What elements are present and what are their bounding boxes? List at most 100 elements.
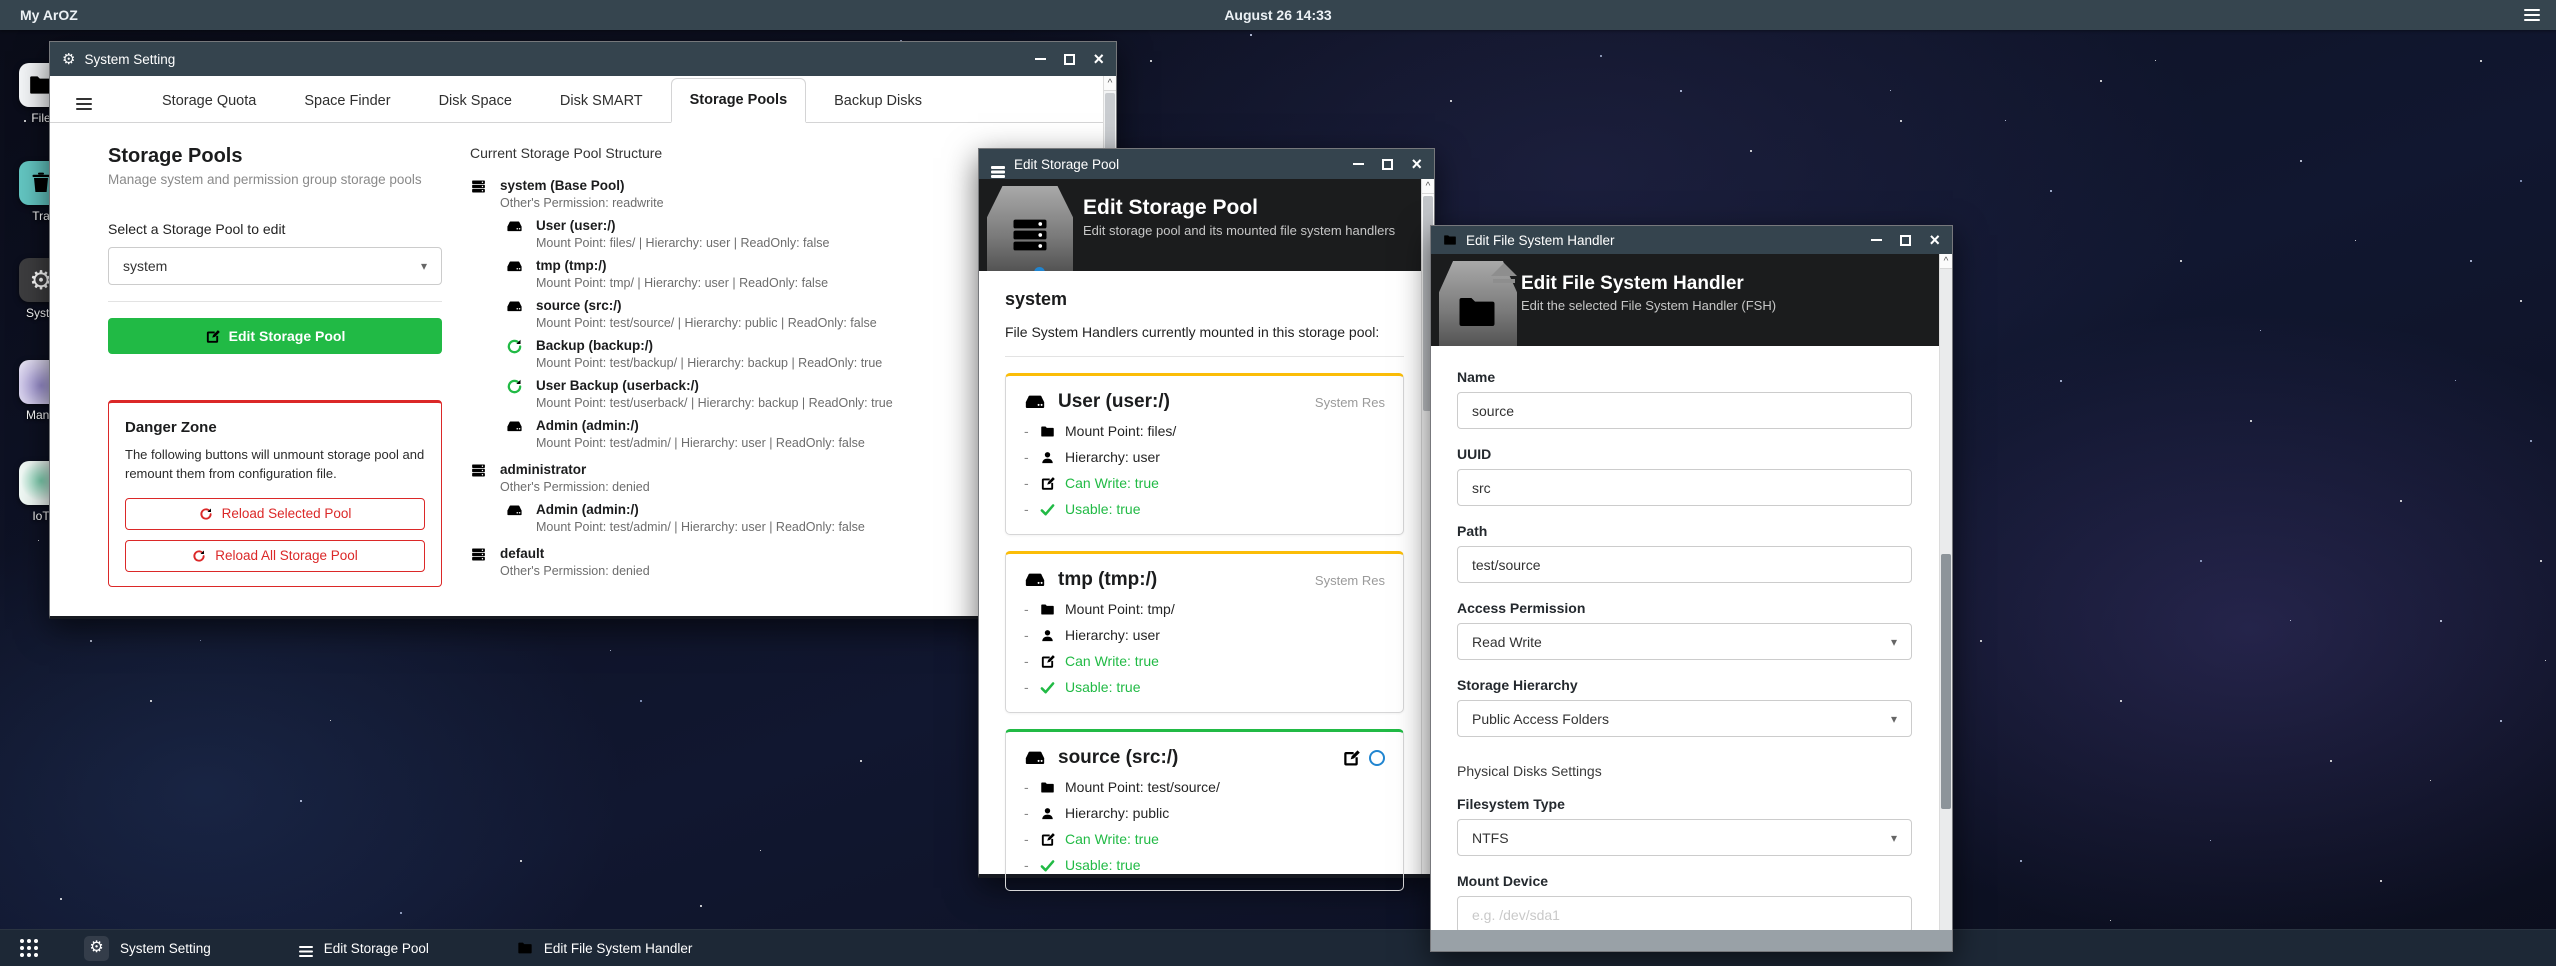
tab-storage-pools[interactable]: Storage Pools	[671, 78, 807, 123]
edit-fsh-icon[interactable]	[1342, 749, 1360, 767]
eject-triangle-decoration	[1491, 263, 1517, 276]
maximize-icon[interactable]	[1900, 235, 1911, 246]
uuid-field[interactable]	[1457, 469, 1912, 506]
taskbar-item-system-setting[interactable]: ⚙ System Setting	[84, 936, 211, 961]
storage-hierarchy-value: Public Access Folders	[1472, 711, 1609, 727]
reload-all-pool-button[interactable]: Reload All Storage Pool	[125, 540, 425, 572]
maximize-icon[interactable]	[1382, 159, 1393, 170]
fsh-property: Mount Point: tmp/	[1065, 601, 1175, 617]
pool-select-label: Select a Storage Pool to edit	[108, 221, 442, 237]
pool-detail: Other's Permission: readwrite	[500, 195, 664, 213]
scroll-up-icon[interactable]: ^	[1422, 179, 1434, 194]
pool-select-dropdown[interactable]: system ▾	[108, 247, 442, 285]
mount-device-field[interactable]	[1457, 896, 1912, 933]
tab-disk-space[interactable]: Disk Space	[437, 80, 514, 122]
server-icon	[470, 546, 487, 563]
scroll-up-icon[interactable]: ^	[1104, 76, 1116, 91]
edit-icon	[1040, 476, 1055, 491]
folder-icon	[1040, 602, 1055, 617]
minimize-icon[interactable]	[1353, 163, 1364, 166]
tab-space-finder[interactable]: Space Finder	[302, 80, 392, 122]
fsh-detail: Mount Point: test/backup/ | Hierarchy: b…	[536, 355, 882, 373]
tab-backup-disks[interactable]: Backup Disks	[832, 80, 924, 122]
name-field[interactable]	[1457, 392, 1912, 429]
banner-title: Edit Storage Pool	[1083, 196, 1434, 220]
check-icon	[1040, 858, 1055, 873]
scroll-up-icon[interactable]: ^	[1940, 254, 1952, 269]
fsh-property: Usable: true	[1065, 679, 1140, 695]
window-title: Edit Storage Pool	[1014, 157, 1119, 172]
pool-detail: Other's Permission: denied	[500, 563, 650, 581]
edit-storage-pool-button[interactable]: Edit Storage Pool	[108, 318, 442, 354]
fsh-detail: Mount Point: test/source/ | Hierarchy: p…	[536, 315, 877, 333]
app-launcher-button[interactable]	[20, 938, 40, 958]
system-setting-content: Storage Pools Manage system and permissi…	[50, 123, 1116, 616]
topbar-menu-button[interactable]	[2524, 9, 2540, 22]
fsh-detail: Mount Point: tmp/ | Hierarchy: user | Re…	[536, 275, 828, 293]
close-icon[interactable]: ×	[1929, 231, 1940, 249]
unmount-icon[interactable]	[1369, 750, 1385, 766]
hdd-icon	[506, 258, 523, 275]
fsh-card-tmp: tmp (tmp:/) System Res -Mount Point: tmp…	[1005, 551, 1404, 713]
filesystem-type-dropdown[interactable]: NTFS ▾	[1457, 819, 1912, 856]
server-icon	[470, 178, 487, 195]
pool-name: administrator	[500, 461, 650, 479]
fsh-name: source (src:/)	[536, 297, 877, 315]
reload-selected-pool-label: Reload Selected Pool	[222, 506, 352, 521]
tab-disk-smart[interactable]: Disk SMART	[558, 80, 645, 122]
clock-label: August 26 14:33	[1224, 7, 1331, 23]
close-icon[interactable]: ×	[1411, 155, 1422, 173]
pool-name: default	[500, 545, 650, 563]
top-bar: My ArOZ August 26 14:33	[0, 0, 2556, 30]
system-setting-titlebar[interactable]: ⚙ System Setting ×	[50, 42, 1116, 76]
mounted-label: File System Handlers currently mounted i…	[1005, 324, 1404, 340]
reload-selected-pool-button[interactable]: Reload Selected Pool	[125, 498, 425, 530]
fsh-name: Admin (admin:/)	[536, 501, 865, 519]
aroz-brand-label: My ArOZ	[20, 7, 78, 23]
hamburger-icon	[76, 98, 92, 101]
gear-icon: ⚙	[62, 52, 75, 67]
access-permission-dropdown[interactable]: Read Write ▾	[1457, 623, 1912, 660]
danger-zone-title: Danger Zone	[125, 419, 425, 436]
system-reserved-badge: System Res	[1315, 573, 1385, 588]
list-icon	[991, 166, 1005, 169]
banner-graphic	[1439, 261, 1517, 346]
sidebar-toggle-button[interactable]	[76, 98, 92, 111]
storage-hierarchy-dropdown[interactable]: Public Access Folders ▾	[1457, 700, 1912, 737]
fsh-property: Mount Point: test/source/	[1065, 779, 1220, 795]
banner-graphic	[987, 186, 1073, 271]
path-field[interactable]	[1457, 546, 1912, 583]
refresh-icon	[506, 378, 523, 395]
tab-storage-quota[interactable]: Storage Quota	[160, 80, 258, 122]
fsh-card-title: User (user:/)	[1058, 391, 1170, 413]
hdd-icon	[1024, 569, 1046, 591]
fsh-property: Hierarchy: user	[1065, 627, 1160, 643]
minimize-icon[interactable]	[1035, 58, 1046, 61]
minimize-icon[interactable]	[1871, 239, 1882, 242]
scrollbar-thumb[interactable]	[1941, 554, 1951, 809]
divider	[108, 301, 442, 302]
pool-name: system (Base Pool)	[500, 177, 664, 195]
filesystem-type-label: Filesystem Type	[1457, 796, 1912, 812]
maximize-icon[interactable]	[1064, 54, 1075, 65]
gear-icon: ⚙	[84, 936, 109, 961]
banner-title: Edit File System Handler	[1521, 273, 1952, 295]
hamburger-icon	[2524, 9, 2540, 12]
chevron-down-icon: ▾	[1891, 712, 1897, 726]
filesystem-type-value: NTFS	[1472, 830, 1509, 846]
edit-icon	[1040, 654, 1055, 669]
close-icon[interactable]: ×	[1093, 50, 1104, 68]
storage-hierarchy-label: Storage Hierarchy	[1457, 677, 1912, 693]
edit-fsh-titlebar[interactable]: Edit File System Handler ×	[1431, 226, 1952, 254]
blue-dot-decoration	[1034, 267, 1045, 271]
taskbar-item-edit-fsh[interactable]: Edit File System Handler	[517, 940, 693, 956]
fsh-card-user: User (user:/) System Res -Mount Point: f…	[1005, 373, 1404, 535]
fsh-name: tmp (tmp:/)	[536, 257, 828, 275]
scrollbar[interactable]: ^	[1939, 254, 1952, 951]
edit-storage-pool-titlebar[interactable]: Edit Storage Pool ×	[979, 149, 1434, 179]
user-icon	[1040, 628, 1055, 643]
check-icon	[1040, 680, 1055, 695]
taskbar-item-edit-storage-pool[interactable]: Edit Storage Pool	[299, 939, 429, 958]
pool-name-heading: system	[1005, 289, 1404, 310]
edit-fsh-banner: Edit File System Handler Edit the select…	[1431, 254, 1952, 346]
